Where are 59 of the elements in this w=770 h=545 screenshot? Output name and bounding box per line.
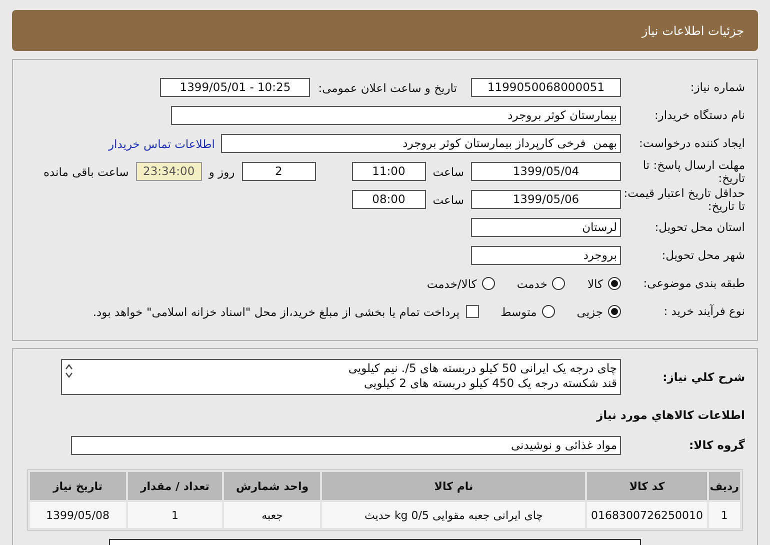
field-label: مهلت ارسال پاسخ: تا تاریخ:	[642, 158, 746, 184]
description-field[interactable]: چای درجه یک ایرانی 50 کیلو دربسته های 5/. نیم کیلویی قند شکسته درجه یک 450 کیلو دربسته های 2 کیلویی	[61, 359, 621, 395]
radio-button[interactable]	[608, 305, 621, 318]
section-heading: اطلاعات کالاهاي مورد نياز	[595, 407, 746, 424]
checkbox[interactable]	[466, 305, 479, 318]
table-cell: 0168300726250010	[587, 502, 707, 528]
radio-button[interactable]	[482, 277, 495, 290]
time-label: ساعت	[432, 192, 465, 206]
radio-label: جزیی	[576, 304, 603, 318]
field-label: شهر محل تحویل:	[660, 249, 746, 262]
table-cell: 1	[708, 502, 740, 528]
radio-label: کالا/خدمت	[426, 276, 477, 290]
description-text: چای درجه یک ایرانی 50 کیلو دربسته های 5/. نیم کیلویی قند شکسته درجه یک 450 کیلو دربسته های 2 کیلویی	[347, 361, 617, 392]
page-title: جزئیات اطلاعات نیاز	[642, 24, 744, 38]
validity-date-field[interactable]: 1399/05/06	[471, 190, 621, 209]
field-label: نام دستگاه خریدار:	[653, 109, 746, 122]
days-field[interactable]: 2	[242, 162, 316, 181]
radio-button[interactable]	[552, 277, 566, 290]
requester-field[interactable]: بهمن فرخی کارپرداز بیمارستان کوثر بروجرد	[221, 134, 621, 153]
checkbox-label: پرداخت تمام یا بخشی از مبلغ خرید،از محل "اسناد خزانه اسلامی" خواهد بود.	[92, 304, 460, 318]
field-label: شرح کلي نياز:	[662, 370, 746, 384]
field-label: شماره نیاز:	[689, 81, 746, 94]
field-label: حداقل تاریخ اعتبار قیمت: تا تاریخ:	[622, 186, 746, 212]
field-label: گروه کالا:	[688, 439, 746, 452]
field-label: طبقه بندی موضوعی:	[642, 277, 746, 290]
buyer-contact-link[interactable]: اطلاعات تماس خریدار	[108, 136, 215, 150]
field-label: ایجاد کننده درخواست:	[638, 137, 746, 150]
radio-label: متوسط	[500, 304, 537, 318]
radio-label: خدمت	[516, 276, 548, 290]
remaining-time-field: 23:34:00	[136, 162, 202, 181]
field-label: استان محل تحویل:	[654, 221, 746, 234]
days-label: روز و	[207, 164, 236, 178]
table-cell: جعبه	[224, 502, 320, 528]
scroll-arrows-icon[interactable]	[65, 363, 73, 379]
table-cell: 1	[128, 502, 222, 528]
table-cell: چای ایرانی جعبه مقوایی 0/5 kg حدیث	[322, 502, 586, 528]
announce-datetime-field[interactable]: 1399/05/01 - 10:25	[160, 78, 310, 97]
field-label: تاریخ و ساعت اعلان عمومی:	[317, 80, 458, 94]
response-time-field[interactable]: 11:00	[352, 162, 426, 181]
response-date-field[interactable]: 1399/05/04	[471, 162, 621, 181]
time-label: ساعت	[432, 164, 465, 178]
radio-button[interactable]	[608, 277, 621, 290]
need-number-field[interactable]: 1199050068000051	[471, 78, 621, 97]
city-field[interactable]: بروجرد	[471, 246, 621, 265]
remaining-label: ساعت باقی مانده	[42, 164, 130, 178]
column-header: ردیف	[708, 472, 740, 500]
field-label: نوع فرآیند خرید :	[662, 305, 746, 318]
validity-time-field[interactable]: 08:00	[352, 190, 426, 209]
buyer-org-field[interactable]: بیمارستان کوثر بروجرد	[171, 106, 621, 125]
table-cell: 1399/05/08	[30, 502, 126, 528]
radio-button[interactable]	[542, 305, 555, 318]
column-header: واحد شمارش	[224, 472, 320, 500]
column-header: کد کالا	[587, 472, 707, 500]
column-header: تاریخ نیاز	[30, 472, 126, 500]
column-header: نام کالا	[322, 472, 586, 500]
province-field[interactable]: لرستان	[471, 218, 621, 237]
column-header: تعداد / مقدار	[128, 472, 222, 500]
radio-label: کالا	[587, 276, 603, 290]
goods-group-field[interactable]: مواد غذائی و نوشیدنی	[71, 436, 621, 455]
